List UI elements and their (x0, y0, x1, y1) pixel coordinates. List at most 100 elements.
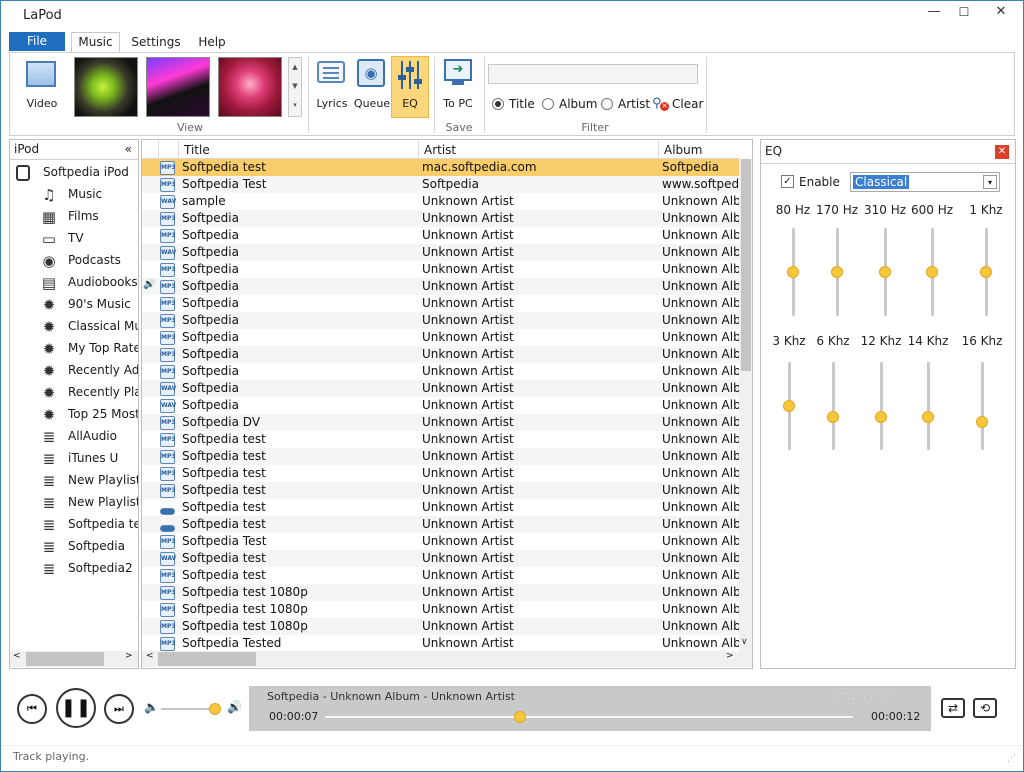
table-row[interactable]: WAV Softpedia Unknown Artist Unknown Album (142, 244, 740, 261)
radio-artist[interactable] (601, 98, 613, 110)
table-row[interactable]: MP3 Softpedia DV Unknown Artist Unknown Alb… (142, 414, 740, 431)
table-row[interactable]: MP3 Softpedia Unknown Artist Unknown Album (142, 312, 740, 329)
clear-filter-icon[interactable]: ⚲ ✕ (652, 96, 669, 112)
sidebar-item[interactable]: ≣ AllAudio (10, 426, 138, 448)
shuffle-button[interactable]: ⇄ (941, 698, 965, 718)
tab-music[interactable]: Music (71, 32, 120, 53)
eq-band-knob[interactable] (787, 266, 799, 278)
queue-button[interactable]: ◉ Queue (352, 57, 392, 117)
gallery-expand-icon[interactable]: ▾ (289, 96, 301, 115)
table-row[interactable]: Softpedia test Unknown Artist Unknown Albu… (142, 499, 740, 516)
table-row[interactable]: MP3 Softpedia test Unknown Artist Unknown A… (142, 431, 740, 448)
table-row[interactable]: MP3 Softpedia test Unknown Artist Unknown A… (142, 567, 740, 584)
eq-band-knob[interactable] (980, 266, 992, 278)
table-row[interactable]: MP3 Softpedia test 1080p Unknown Artist Unk… (142, 601, 740, 618)
radio-album[interactable] (542, 98, 554, 110)
chevron-left-icon[interactable]: < (13, 651, 21, 661)
tab-settings[interactable]: Settings (127, 33, 185, 52)
eq-band-knob[interactable] (831, 266, 843, 278)
chevron-right-icon[interactable]: > (125, 651, 133, 661)
previous-button[interactable]: ⏮ (17, 694, 47, 724)
eq-band-knob[interactable] (783, 400, 795, 412)
table-row[interactable]: MP3 Softpedia Test Softpedia www.softpedia.… (142, 176, 740, 193)
table-row[interactable]: WAV sample Unknown Artist Unknown Album (142, 193, 740, 210)
eq-band-slider[interactable] (981, 362, 984, 450)
eq-band-knob[interactable] (926, 266, 938, 278)
video-button[interactable]: Video (20, 59, 64, 115)
sidebar-item[interactable]: ▦ Films (10, 206, 138, 228)
sidebar-item[interactable]: ✹ Top 25 Most Played (10, 404, 138, 426)
radio-title[interactable] (492, 98, 504, 110)
eq-band-slider[interactable] (927, 362, 930, 450)
sidebar-item[interactable]: ≣ Softpedia2 (10, 558, 138, 580)
sidebar-item[interactable]: ≣ iTunes U (10, 448, 138, 470)
tab-help[interactable]: Help (193, 33, 231, 52)
chevron-right-icon[interactable]: > (726, 651, 734, 661)
lyrics-button[interactable]: Lyrics (312, 57, 352, 117)
chevron-down-icon[interactable]: ∨ (741, 637, 748, 647)
table-row[interactable]: MP3 Softpedia Unknown Artist Unknown Album (142, 363, 740, 380)
table-row[interactable]: MP3 Softpedia Unknown Artist Unknown Album (142, 227, 740, 244)
column-artist[interactable]: Artist (424, 143, 456, 157)
collapse-panel-button[interactable]: « (125, 140, 132, 159)
sidebar-item[interactable]: ◉ Podcasts (10, 250, 138, 272)
gallery-scrollbar[interactable]: ▲ ▼ ▾ (288, 57, 302, 117)
minimize-button[interactable]: — (919, 1, 949, 23)
column-title[interactable]: Title (184, 143, 210, 157)
filter-search-input[interactable] (488, 64, 698, 84)
table-row[interactable]: Softpedia test Unknown Artist Unknown Albu… (142, 516, 740, 533)
tree-item-device[interactable]: Softpedia iPod (10, 162, 138, 184)
sidebar-item[interactable]: ✹ 90's Music (10, 294, 138, 316)
song-horizontal-scrollbar[interactable]: < > (142, 651, 752, 667)
table-row[interactable]: MP3 Softpedia test 1080p Unknown Artist Unk… (142, 584, 740, 601)
volume-up-icon[interactable]: 🔊 (227, 700, 242, 714)
seek-knob[interactable] (514, 711, 527, 723)
clear-filter-button[interactable]: Clear (672, 97, 703, 111)
table-row[interactable]: WAV Softpedia Unknown Artist Unknown Album (142, 397, 740, 414)
table-row[interactable]: MP3 Softpedia Unknown Artist Unknown Album (142, 346, 740, 363)
chevron-left-icon[interactable]: < (146, 651, 154, 661)
table-row[interactable]: WAV Softpedia test Unknown Artist Unknown A… (142, 550, 740, 567)
eq-band-knob[interactable] (875, 410, 887, 423)
eq-band-knob[interactable] (976, 415, 988, 428)
album-art-thumbnail[interactable] (218, 57, 282, 117)
table-row[interactable]: MP3 Softpedia Unknown Artist Unknown Album (142, 295, 740, 312)
song-vertical-scrollbar[interactable]: ∨ (739, 159, 752, 651)
ipod-horizontal-scrollbar[interactable]: < > (10, 651, 138, 667)
sidebar-item[interactable]: ≣ New Playlist (10, 492, 138, 514)
eq-band-slider[interactable] (880, 362, 883, 450)
eq-band-knob[interactable] (879, 266, 891, 278)
table-row[interactable]: WAV Softpedia Unknown Artist Unknown Album (142, 380, 740, 397)
scroll-thumb[interactable] (26, 652, 104, 666)
sidebar-item[interactable]: ✹ Classical Music (10, 316, 138, 338)
table-row[interactable]: MP3 Softpedia Unknown Artist Unknown Album (142, 329, 740, 346)
album-art-thumbnail[interactable] (146, 57, 210, 117)
eq-band-knob[interactable] (922, 410, 934, 423)
sidebar-item[interactable]: ♫ Music (10, 184, 138, 206)
table-row[interactable]: MP3 Softpedia test Unknown Artist Unknown A… (142, 448, 740, 465)
tab-file[interactable]: File (9, 32, 65, 51)
sidebar-item[interactable]: ▤ Audiobooks (10, 272, 138, 294)
sidebar-item[interactable]: ≣ Softpedia (10, 536, 138, 558)
scroll-thumb[interactable] (741, 159, 751, 371)
mute-icon[interactable]: 🔈 (144, 700, 159, 714)
resize-grip-icon[interactable]: ⋰ (1007, 754, 1016, 764)
table-row[interactable]: MP3 Softpedia test Unknown Artist Unknown A… (142, 465, 740, 482)
table-row[interactable]: 🔊 MP3 Softpedia Unknown Artist Unknown Album (142, 278, 740, 295)
table-row[interactable]: MP3 Softpedia Unknown Artist Unknown Album (142, 210, 740, 227)
seek-bar[interactable] (325, 716, 853, 718)
table-row[interactable]: MP3 Softpedia test Unknown Artist Unknown A… (142, 482, 740, 499)
eq-band-slider[interactable] (832, 362, 835, 450)
table-row[interactable]: MP3 Softpedia test mac.softpedia.com Softpe… (142, 159, 740, 176)
repeat-button[interactable]: ⟲ (973, 698, 997, 718)
next-button[interactable]: ⏭ (104, 694, 134, 724)
table-row[interactable]: MP3 Softpedia Tested Unknown Artist Unknown… (142, 635, 740, 651)
eq-button[interactable]: EQ (391, 56, 429, 118)
sidebar-item[interactable]: ✹ My Top Rated (10, 338, 138, 360)
column-album[interactable]: Album (664, 143, 702, 157)
table-row[interactable]: MP3 Softpedia Test Unknown Artist Unknown A… (142, 533, 740, 550)
to-pc-button[interactable]: ➜ To PC (438, 57, 478, 117)
volume-knob[interactable] (209, 703, 221, 715)
chevron-up-icon[interactable]: ▲ (289, 58, 301, 77)
chevron-down-icon[interactable]: ▼ (289, 77, 301, 96)
